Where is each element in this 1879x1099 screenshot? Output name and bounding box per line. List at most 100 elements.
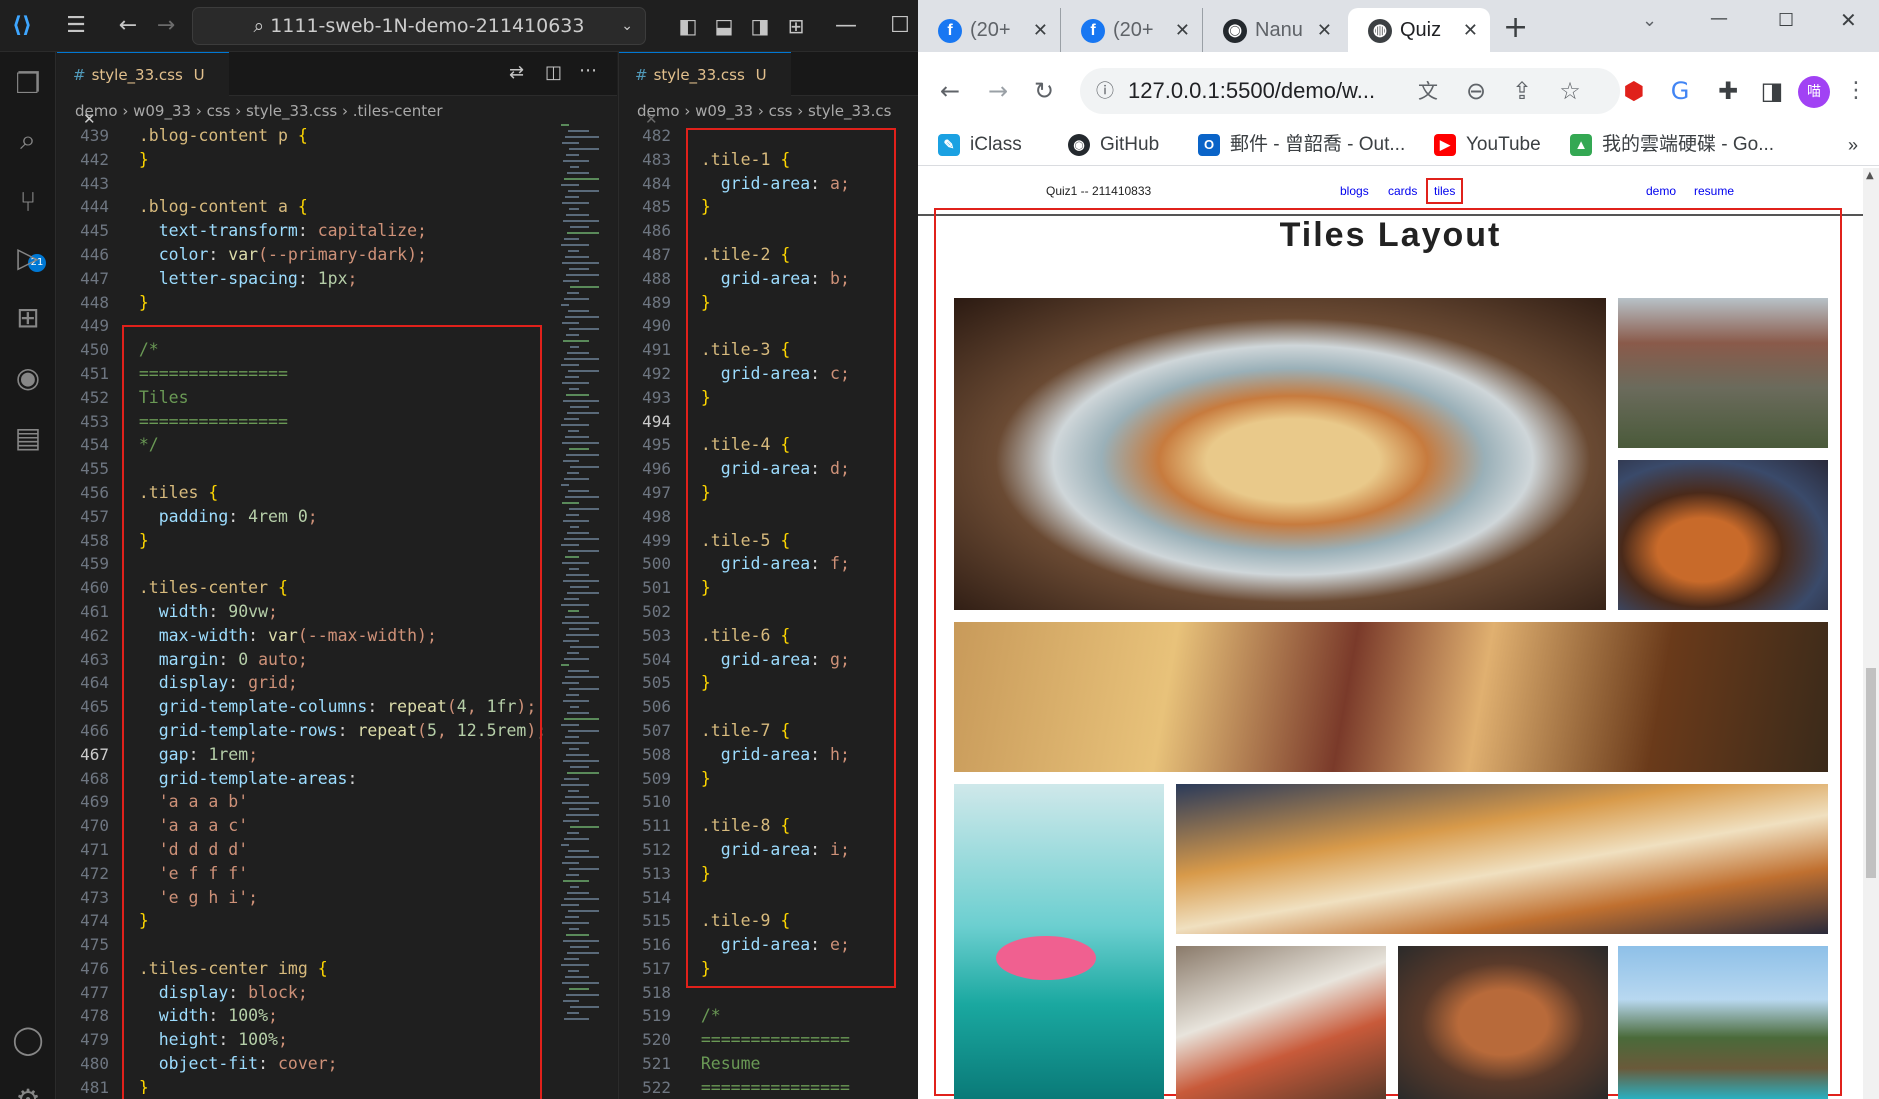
toggle-panel-icon[interactable]: ⬓ [704,0,744,52]
close-icon[interactable]: ✕ [1033,8,1048,52]
forward-arrow-icon[interactable]: → [146,0,186,52]
search-icon[interactable]: ⌕ [0,112,56,168]
minimap-line [570,826,599,828]
back-arrow-icon[interactable]: ← [930,52,970,130]
back-arrow-icon[interactable]: ← [108,0,148,52]
command-center[interactable]: ⌕ 1111-sweb-1N-demo-211410633 ⌄ [192,7,646,45]
code-line[interactable]: color: var(--primary-dark); [119,243,599,267]
browser-tab[interactable]: f (20+ ✕ [918,8,1060,52]
forward-arrow-icon[interactable]: → [978,52,1018,130]
code-line[interactable]: /* [681,1004,919,1028]
browser-toolbar: ← → ↻ ⓘ 127.0.0.1:5500/demo/w... 文 ⊖ ⇪ ☆… [918,52,1879,130]
minimap-line [568,430,579,432]
tab-style-33-css[interactable]: # style_33.css U ✕ [57,52,229,128]
close-window-icon[interactable]: ✕ [1840,8,1857,32]
maximize-icon[interactable]: ☐ [1778,10,1794,31]
nav-link-blogs[interactable]: blogs [1340,184,1369,198]
bookmark-youtube[interactable]: ▶ YouTube [1434,124,1541,166]
github-icon[interactable]: ◉ [0,350,56,406]
adblock-icon[interactable]: ⬢ [1614,52,1654,130]
more-menu-icon[interactable]: ⋮ [1836,52,1876,130]
git-status-badge: U [193,66,205,84]
toggle-sidebar-icon[interactable]: ◧ [668,0,708,52]
compare-changes-icon[interactable]: ⇄ [509,62,524,83]
breadcrumb-item[interactable]: style_33.cs [808,102,891,120]
scroll-up-icon[interactable]: ▲ [1866,170,1874,181]
profile-avatar[interactable]: 喵 [1798,76,1830,108]
line-number: 479 [80,1030,109,1050]
minimap-line [567,352,589,354]
notebook-icon[interactable]: ▤ [0,410,56,466]
breadcrumb-item[interactable]: .tiles-center [353,102,443,120]
extensions-icon[interactable]: ⊞ [0,290,56,346]
bookmark-outlook[interactable]: O 郵件 - 曾韶喬 - Out... [1198,124,1405,166]
code-line[interactable]: =============== [681,1076,919,1094]
page-scrollbar[interactable]: ▲ [1863,168,1879,1099]
translate-icon[interactable]: 文 [1408,52,1448,130]
bookmark-google-drive[interactable]: ▲ 我的雲端硬碟 - Go... [1570,124,1774,166]
breadcrumb-item[interactable]: w09_33 [133,102,191,120]
line-number: 460 [80,578,109,598]
side-panel-icon[interactable]: ◨ [1752,52,1792,130]
google-translate-icon[interactable]: G [1660,52,1700,130]
line-number: 509 [642,768,671,788]
breadcrumb-item[interactable]: demo [637,102,680,120]
run-debug-icon[interactable]: ▷ [0,230,56,286]
breadcrumb-item[interactable]: w09_33 [695,102,753,120]
split-editor-icon[interactable]: ◫ [545,62,562,83]
bookmark-star-icon[interactable]: ☆ [1550,52,1590,130]
nav-link-resume[interactable]: resume [1694,184,1734,198]
browser-tab[interactable]: f (20+ ✕ [1060,8,1202,52]
nav-link-cards[interactable]: cards [1388,184,1417,198]
breadcrumb-item[interactable]: demo [75,102,118,120]
code-line[interactable]: =============== [681,1028,919,1052]
tab-style-33-css[interactable]: # style_33.css U ✕ [619,52,791,128]
minimap-line [565,856,599,858]
code-line[interactable]: Resume [681,1052,919,1076]
browser-tab-active[interactable]: ◍ Quiz ✕ [1348,8,1490,52]
close-icon[interactable]: ✕ [1175,8,1190,52]
menu-icon[interactable]: ☰ [56,0,96,52]
minimize-icon[interactable]: — [1710,8,1728,29]
nav-link-tiles[interactable]: tiles [1426,178,1464,204]
close-icon[interactable]: ✕ [1463,8,1478,52]
more-actions-icon[interactable]: ⋯ [579,60,597,81]
toggle-secondary-sidebar-icon[interactable]: ◨ [740,0,780,52]
zoom-icon[interactable]: ⊖ [1456,52,1496,130]
account-icon[interactable]: ◯ [0,1012,56,1068]
breadcrumb-item[interactable]: css [207,102,231,120]
maximize-icon[interactable]: ☐ [880,0,920,52]
close-icon[interactable]: ✕ [1317,8,1332,52]
minimap[interactable] [557,124,617,1094]
minimize-icon[interactable]: — [826,0,866,52]
code-line[interactable] [119,172,599,196]
code-line[interactable]: .blog-content a { [119,195,599,219]
bookmark-iclass[interactable]: ✎ iClass [938,124,1022,166]
customize-layout-icon[interactable]: ⊞ [776,0,816,52]
breadcrumb-item[interactable]: css [769,102,793,120]
scrollbar-thumb[interactable] [1866,668,1876,878]
more-bookmarks-icon[interactable]: » [1848,124,1858,166]
tab-search-icon[interactable]: ⌄ [1642,10,1657,31]
code-line[interactable]: text-transform: capitalize; [119,219,599,243]
extensions-icon[interactable]: ✚ [1708,52,1748,130]
browser-tab[interactable]: ◉ Nanu ✕ [1202,8,1344,52]
vscode-window: ⟨⟩ ☰ ← → ⌕ 1111-sweb-1N-demo-211410633 ⌄… [0,0,920,1099]
minimap-line [561,724,579,726]
minimap-line [562,142,579,144]
nav-link-demo[interactable]: demo [1646,184,1676,198]
code-line[interactable]: .blog-content p { [119,124,599,148]
settings-gear-icon[interactable]: ⚙ [0,1072,56,1099]
bookmark-github[interactable]: ◉ GitHub [1068,124,1159,166]
explorer-icon[interactable]: ❐ [0,56,56,112]
site-info-icon[interactable]: ⓘ [1096,68,1114,114]
source-control-icon[interactable]: ⑂ [0,174,56,230]
reload-icon[interactable]: ↻ [1024,52,1064,130]
code-line[interactable]: } [119,291,599,315]
minimap-line [570,406,589,408]
breadcrumb-item[interactable]: style_33.css [246,102,337,120]
code-line[interactable]: } [119,148,599,172]
code-line[interactable]: letter-spacing: 1px; [119,267,599,291]
share-icon[interactable]: ⇪ [1502,52,1542,130]
new-tab-icon[interactable]: + [1503,10,1528,45]
